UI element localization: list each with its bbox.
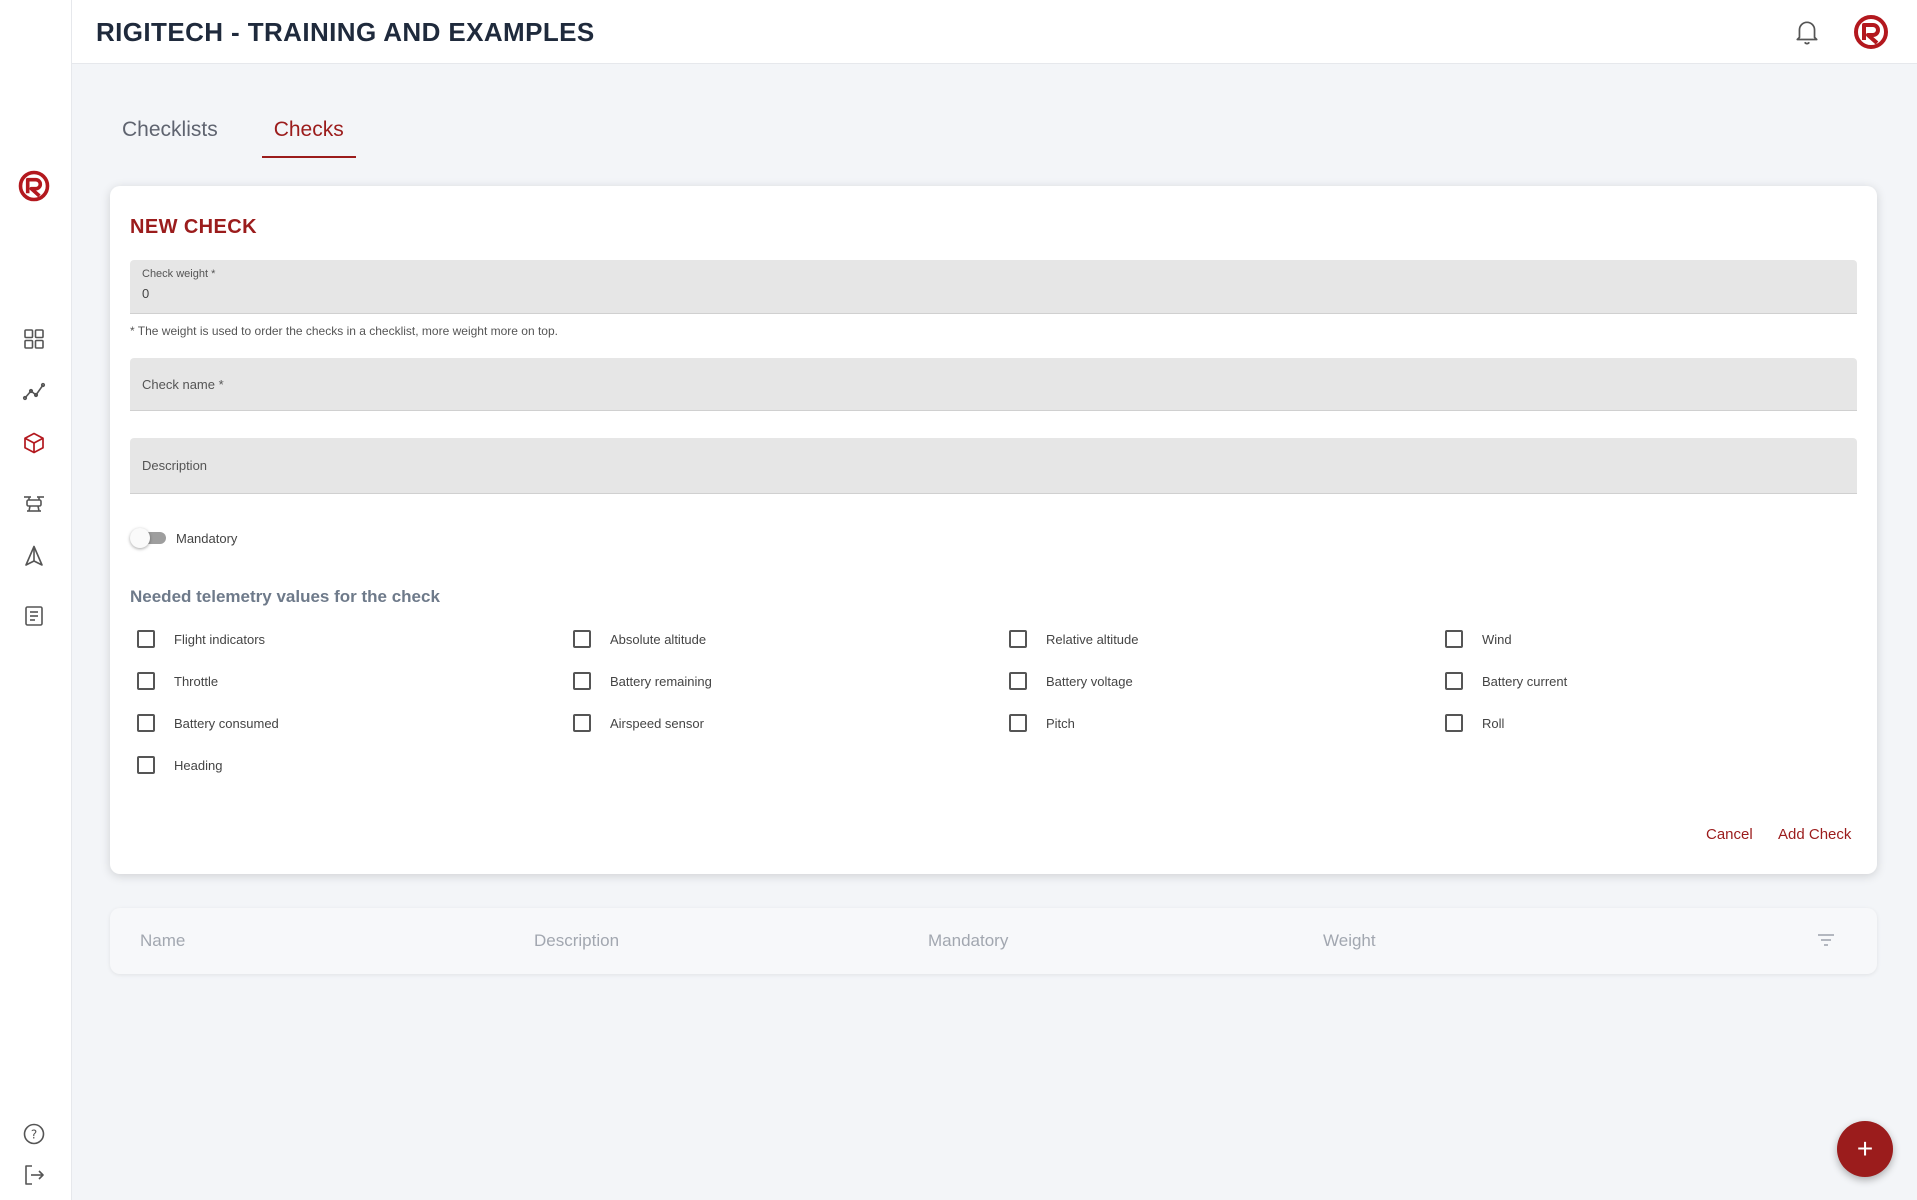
add-check-button[interactable]: Add Check	[1778, 826, 1851, 843]
mandatory-toggle-knob	[130, 528, 150, 548]
column-header-mandatory[interactable]: Mandatory	[928, 931, 1008, 951]
checkbox-label: Roll	[1482, 715, 1505, 731]
checkbox-box[interactable]	[137, 672, 155, 690]
checkbox-box[interactable]	[1009, 714, 1027, 732]
cancel-button[interactable]: Cancel	[1706, 826, 1753, 843]
checkbox-battery-consumed[interactable]: Battery consumed	[137, 714, 279, 732]
checkbox-label: Pitch	[1046, 715, 1075, 731]
checkbox-label: Absolute altitude	[610, 631, 707, 647]
checkbox-pitch[interactable]: Pitch	[1009, 714, 1075, 732]
checkbox-label: Relative altitude	[1046, 631, 1139, 647]
description-placeholder: Description	[142, 458, 208, 473]
checkbox-throttle[interactable]: Throttle	[137, 672, 218, 690]
checkbox-airspeed-sensor[interactable]: Airspeed sensor	[573, 714, 704, 732]
checkbox-box[interactable]	[137, 756, 155, 774]
document-icon[interactable]	[22, 604, 46, 628]
top-header: RIGITECH - TRAINING AND EXAMPLES	[72, 0, 1917, 64]
checkbox-flight-indicators[interactable]: Flight indicators	[137, 630, 265, 648]
check-weight-field[interactable]: Check weight *	[130, 260, 1857, 314]
checkbox-relative-altitude[interactable]: Relative altitude	[1009, 630, 1139, 648]
help-icon[interactable]: ?	[22, 1122, 46, 1146]
page-title: RIGITECH - TRAINING AND EXAMPLES	[96, 17, 595, 47]
dashboard-grid-icon[interactable]	[22, 327, 46, 351]
checkbox-label: Wind	[1482, 631, 1512, 647]
checkbox-box[interactable]	[573, 672, 591, 690]
cube-icon[interactable]	[22, 431, 46, 455]
checkbox-box[interactable]	[573, 630, 591, 648]
checkbox-box[interactable]	[573, 714, 591, 732]
drone-icon[interactable]	[22, 491, 46, 515]
checkbox-battery-remaining[interactable]: Battery remaining	[573, 672, 712, 690]
tab-checks[interactable]: Checks	[261, 108, 356, 158]
column-header-name[interactable]: Name	[140, 931, 185, 951]
telemetry-section-title: Needed telemetry values for the check	[130, 587, 440, 606]
checkbox-box[interactable]	[137, 714, 155, 732]
checkbox-box[interactable]	[137, 630, 155, 648]
checkbox-battery-current[interactable]: Battery current	[1445, 672, 1567, 690]
sidebar: ?	[0, 0, 72, 1200]
checkbox-label: Airspeed sensor	[610, 715, 704, 731]
checks-table-header: Name Description Mandatory Weight	[110, 908, 1877, 974]
description-field[interactable]: Description	[130, 438, 1857, 494]
checkbox-absolute-altitude[interactable]: Absolute altitude	[573, 630, 706, 648]
checkbox-label: Battery remaining	[610, 673, 712, 689]
checkbox-heading[interactable]: Heading	[137, 756, 222, 774]
filter-icon[interactable]	[1817, 932, 1835, 948]
mandatory-toggle[interactable]	[130, 528, 166, 548]
tab-bar: Checklists Checks	[110, 108, 388, 158]
checkbox-wind[interactable]: Wind	[1445, 630, 1512, 648]
tab-checklists[interactable]: Checklists	[110, 108, 230, 158]
user-avatar-logo-icon[interactable]	[1851, 12, 1891, 52]
navigation-arrow-icon[interactable]	[22, 544, 46, 568]
checkbox-label: Throttle	[174, 673, 219, 689]
checkbox-box[interactable]	[1445, 714, 1463, 732]
analytics-line-icon[interactable]	[22, 379, 46, 403]
weight-hint: * The weight is used to order the checks…	[130, 324, 558, 338]
checkbox-box[interactable]	[1445, 630, 1463, 648]
check-name-field[interactable]: Check name *	[130, 358, 1857, 411]
mandatory-label: Mandatory	[176, 531, 238, 546]
svg-text:?: ?	[31, 1128, 37, 1142]
checkbox-label: Flight indicators	[174, 631, 266, 647]
checkbox-label: Battery voltage	[1046, 673, 1133, 689]
checkbox-roll[interactable]: Roll	[1445, 714, 1504, 732]
checkbox-box[interactable]	[1009, 672, 1027, 690]
column-header-description[interactable]: Description	[534, 931, 619, 951]
logout-icon[interactable]	[22, 1163, 46, 1187]
checkbox-box[interactable]	[1009, 630, 1027, 648]
new-check-card: NEW CHECK Check weight * * The weight is…	[110, 186, 1877, 874]
checkbox-label: Battery consumed	[174, 715, 279, 731]
column-header-weight[interactable]: Weight	[1323, 931, 1376, 951]
checkbox-label: Battery current	[1482, 673, 1568, 689]
checkbox-label: Heading	[174, 757, 223, 773]
card-title: NEW CHECK	[130, 216, 257, 238]
check-weight-label: Check weight *	[142, 268, 216, 280]
check-weight-input[interactable]	[142, 286, 442, 301]
notification-bell-icon[interactable]	[1794, 18, 1820, 46]
check-name-placeholder: Check name *	[142, 377, 224, 392]
checkbox-battery-voltage[interactable]: Battery voltage	[1009, 672, 1133, 690]
rigitech-logo-icon[interactable]	[16, 168, 52, 204]
checkbox-box[interactable]	[1445, 672, 1463, 690]
add-fab-button[interactable]: +	[1837, 1121, 1893, 1177]
